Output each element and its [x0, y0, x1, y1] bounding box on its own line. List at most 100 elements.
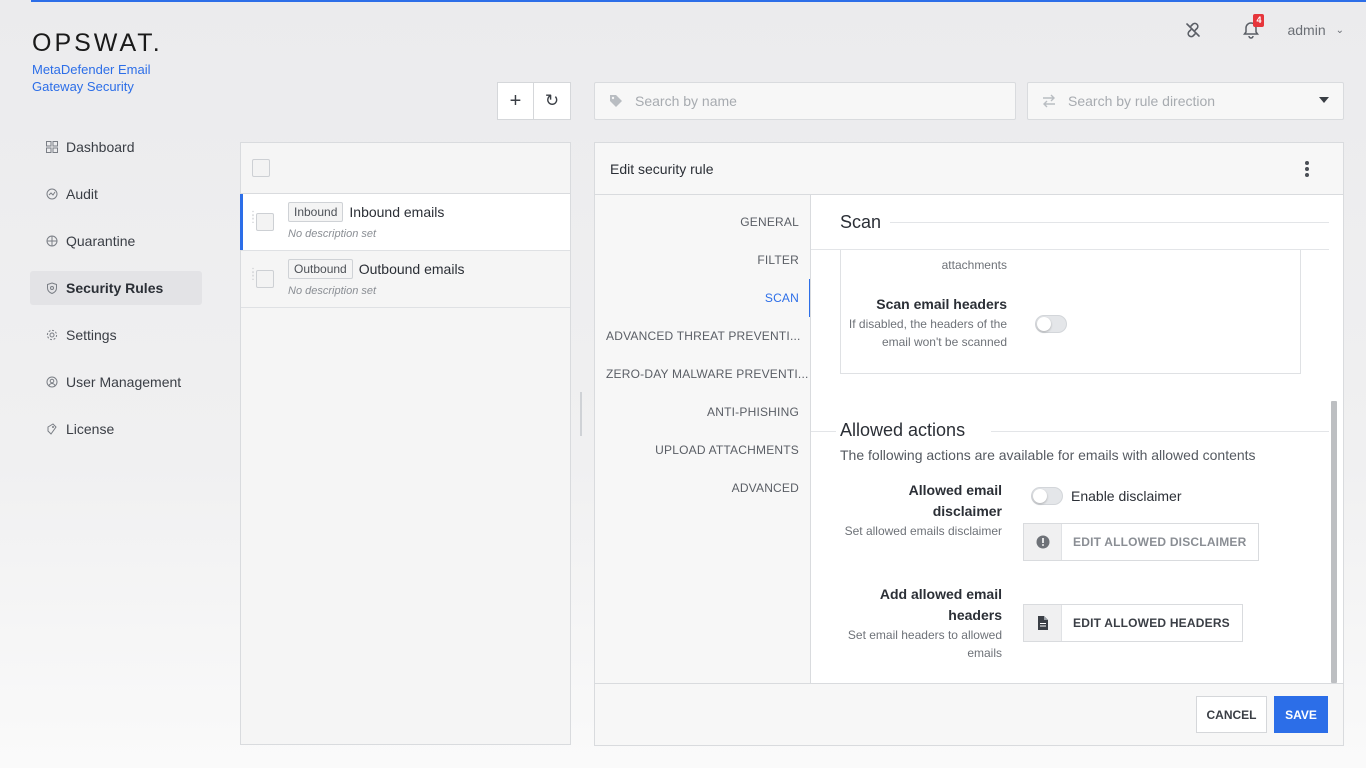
dropdown-arrow-icon [1319, 97, 1329, 103]
rule-toolbar: + ↻ [497, 82, 571, 120]
edit-panel-body: GENERAL FILTER SCAN ADVANCED THREAT PREV… [595, 195, 1343, 685]
refresh-button[interactable]: ↻ [534, 82, 571, 120]
scan-headers-description: If disabled, the headers of the email wo… [848, 317, 1007, 349]
gear-icon [46, 329, 58, 341]
notification-count-badge: 4 [1253, 14, 1265, 27]
add-rule-button[interactable]: + [497, 82, 534, 120]
audit-icon [46, 188, 58, 200]
sidebar-item-audit[interactable]: Audit [30, 177, 202, 211]
edit-panel-footer: CANCEL SAVE [595, 683, 1343, 745]
enable-disclaimer-label: Enable disclaimer [1071, 488, 1182, 504]
partial-option-text: attachments [941, 258, 1007, 272]
headers-description: Set email headers to allowed emails [847, 628, 1002, 660]
enable-disclaimer-toggle[interactable] [1031, 487, 1063, 505]
license-icon [46, 423, 58, 435]
opswat-logo: OPSWAT. [32, 29, 163, 57]
scan-email-headers-toggle[interactable] [1035, 315, 1067, 333]
tab-general[interactable]: GENERAL [595, 203, 810, 241]
allowed-disclaimer-label: Allowed email disclaimer Set allowed ema… [836, 480, 1002, 540]
scan-section-header: Scan [811, 195, 1329, 250]
divider [811, 431, 836, 432]
sidebar-item-label: License [66, 421, 115, 437]
search-direction-input[interactable] [1068, 93, 1343, 109]
sidebar-item-dashboard[interactable]: Dashboard [30, 130, 202, 164]
notification-bell-icon[interactable]: 4 [1241, 14, 1265, 40]
divider [890, 222, 1329, 223]
sidebar-item-label: Security Rules [66, 280, 164, 296]
plus-icon: + [509, 89, 522, 112]
brand: OPSWAT. MetaDefender Email Gateway Secur… [32, 29, 172, 95]
rule-settings-content: attachments Scan email headers If disabl… [811, 195, 1343, 685]
edit-panel-title: Edit security rule [610, 160, 714, 177]
divider [991, 431, 1329, 432]
rule-checkbox[interactable] [256, 213, 274, 231]
more-options-icon[interactable] [1305, 161, 1309, 177]
link-off-icon[interactable] [1183, 20, 1203, 40]
tab-advanced-threat-prevention[interactable]: ADVANCED THREAT PREVENTI... [595, 317, 810, 355]
tab-advanced[interactable]: ADVANCED [595, 469, 810, 507]
search-name-input[interactable] [635, 93, 935, 109]
tab-scan[interactable]: SCAN [595, 279, 810, 317]
edit-allowed-disclaimer-button[interactable]: EDIT ALLOWED DISCLAIMER [1023, 523, 1260, 561]
scan-email-headers-label: Scan email headers If disabled, the head… [841, 294, 1007, 351]
rules-list-panel: ⋮ ⋮ Inbound Inbound emails No description… [240, 142, 571, 745]
rule-checkbox[interactable] [256, 270, 274, 288]
sidebar-item-license[interactable]: License [30, 412, 202, 446]
search-by-direction-select[interactable] [1027, 82, 1344, 120]
rule-description: No description set [288, 285, 377, 297]
allowed-actions-title: Allowed actions [840, 420, 966, 440]
tag-icon [609, 94, 623, 108]
top-right-controls: 4 admin ⌄ [1183, 14, 1344, 42]
rule-name: Outbound emails [358, 261, 465, 277]
search-by-name-field[interactable] [594, 82, 1016, 120]
disclaimer-description: Set allowed emails disclaimer [844, 524, 1002, 538]
sidebar-item-label: User Management [66, 374, 182, 390]
sidebar-item-settings[interactable]: Settings [30, 318, 202, 352]
direction-tag: Inbound [288, 202, 344, 222]
tab-zero-day-malware-prevention[interactable]: ZERO-DAY MALWARE PREVENTI... [595, 355, 810, 393]
edit-allowed-headers-button[interactable]: EDIT ALLOWED HEADERS [1023, 604, 1243, 642]
select-all-checkbox[interactable] [252, 159, 270, 177]
rule-row-outbound[interactable]: ⋮ ⋮ Outbound Outbound emails No descripti… [241, 251, 570, 308]
document-icon [1024, 605, 1062, 641]
rules-list-header [241, 143, 570, 194]
sidebar-item-quarantine[interactable]: Quarantine [30, 224, 202, 258]
tab-upload-attachments[interactable]: UPLOAD ATTACHMENTS [595, 431, 810, 469]
dashboard-icon [46, 141, 58, 153]
sidebar-item-label: Quarantine [66, 233, 136, 249]
user-menu[interactable]: admin ⌄ [1287, 22, 1344, 38]
allowed-actions-description: The following actions are available for … [840, 447, 1256, 463]
rule-description: No description set [288, 228, 377, 240]
sidebar-item-label: Dashboard [66, 139, 135, 155]
shield-icon [46, 282, 58, 294]
panel-splitter[interactable] [580, 392, 582, 436]
cancel-button[interactable]: CANCEL [1196, 696, 1267, 733]
edit-panel-header: Edit security rule [595, 143, 1343, 195]
refresh-icon: ↻ [544, 91, 560, 110]
scan-section-title: Scan [840, 212, 882, 232]
allowed-headers-label: Add allowed email headers Set email head… [836, 584, 1002, 662]
info-icon [1024, 524, 1062, 560]
sidebar-item-user-management[interactable]: User Management [30, 365, 202, 399]
sidebar-item-label: Settings [66, 327, 117, 343]
user-name: admin [1287, 22, 1326, 38]
quarantine-icon [46, 235, 58, 247]
chevron-down-icon: ⌄ [1335, 24, 1344, 36]
rule-section-tabs: GENERAL FILTER SCAN ADVANCED THREAT PREV… [595, 195, 811, 685]
save-button[interactable]: SAVE [1274, 696, 1328, 733]
sidebar: Dashboard Audit Quarantine Security Rule… [30, 130, 202, 459]
headers-title: Add allowed email headers [879, 586, 1002, 623]
tab-anti-phishing[interactable]: ANTI-PHISHING [595, 393, 810, 431]
top-accent-bar [31, 0, 1366, 2]
tab-filter[interactable]: FILTER [595, 241, 810, 279]
drag-handle-icon[interactable]: ⋮ ⋮ [248, 268, 258, 282]
sidebar-item-security-rules[interactable]: Security Rules [30, 271, 202, 305]
direction-tag: Outbound [288, 259, 353, 279]
button-label: EDIT ALLOWED HEADERS [1073, 616, 1230, 630]
edit-security-rule-panel: Edit security rule GENERAL FILTER SCAN A… [594, 142, 1344, 746]
rule-row-inbound[interactable]: ⋮ ⋮ Inbound Inbound emails No description… [240, 194, 570, 251]
button-label: EDIT ALLOWED DISCLAIMER [1073, 535, 1247, 549]
user-icon [46, 376, 58, 388]
content-scrollbar[interactable] [1331, 401, 1337, 683]
drag-handle-icon[interactable]: ⋮ ⋮ [248, 211, 258, 225]
